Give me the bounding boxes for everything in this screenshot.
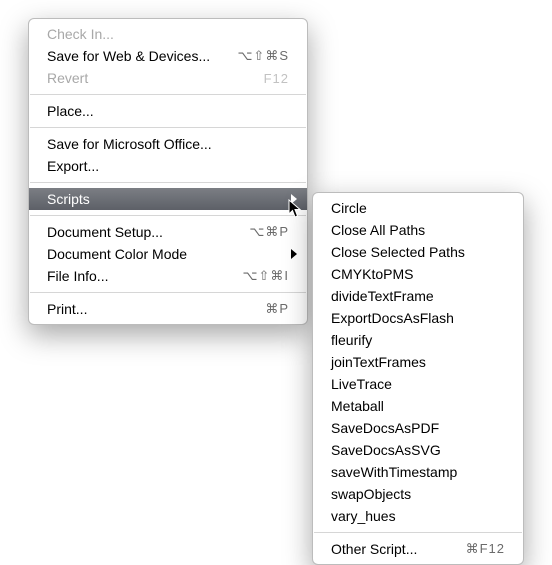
script-item-swap-objects[interactable]: swapObjects — [313, 483, 523, 505]
submenu-arrow-icon — [291, 249, 297, 259]
menu-shortcut: ⌘F12 — [466, 541, 505, 557]
menu-label: divideTextFrame — [331, 288, 434, 304]
menu-separator — [314, 532, 522, 533]
script-item-other-script[interactable]: Other Script... ⌘F12 — [313, 538, 523, 560]
menu-label: fleurify — [331, 332, 372, 348]
menu-label: Circle — [331, 200, 367, 216]
menu-shortcut: ⌥⌘P — [249, 224, 289, 240]
menu-item-revert: Revert F12 — [29, 67, 307, 89]
menu-label: saveWithTimestamp — [331, 464, 457, 480]
menu-label: Place... — [47, 103, 94, 119]
menu-shortcut: F12 — [264, 71, 289, 86]
menu-label: ExportDocsAsFlash — [331, 310, 454, 326]
menu-label: File Info... — [47, 268, 108, 284]
menu-label: Other Script... — [331, 541, 417, 557]
menu-label: Document Setup... — [47, 224, 163, 240]
script-item-close-all-paths[interactable]: Close All Paths — [313, 219, 523, 241]
script-item-live-trace[interactable]: LiveTrace — [313, 373, 523, 395]
menu-separator — [30, 215, 306, 216]
script-item-metaball[interactable]: Metaball — [313, 395, 523, 417]
menu-item-document-setup[interactable]: Document Setup... ⌥⌘P — [29, 221, 307, 243]
menu-item-scripts[interactable]: Scripts — [29, 188, 307, 210]
menu-separator — [30, 127, 306, 128]
menu-label: Metaball — [331, 398, 384, 414]
menu-label: vary_hues — [331, 508, 396, 524]
script-item-fleurify[interactable]: fleurify — [313, 329, 523, 351]
menu-item-file-info[interactable]: File Info... ⌥⇧⌘I — [29, 265, 307, 287]
scripts-submenu: Circle Close All Paths Close Selected Pa… — [312, 192, 524, 565]
menu-shortcut: ⌥⇧⌘S — [237, 48, 289, 64]
menu-item-document-color-mode[interactable]: Document Color Mode — [29, 243, 307, 265]
menu-separator — [30, 94, 306, 95]
script-item-export-docs-as-flash[interactable]: ExportDocsAsFlash — [313, 307, 523, 329]
menu-label: Scripts — [47, 191, 90, 207]
menu-label: Print... — [47, 301, 87, 317]
menu-item-check-in: Check In... — [29, 23, 307, 45]
script-item-circle[interactable]: Circle — [313, 197, 523, 219]
script-item-cmyk-to-pms[interactable]: CMYKtoPMS — [313, 263, 523, 285]
menu-label: CMYKtoPMS — [331, 266, 413, 282]
menu-label: SaveDocsAsSVG — [331, 442, 441, 458]
menu-label: Export... — [47, 158, 99, 174]
menu-label: Check In... — [47, 26, 114, 42]
script-item-divide-text-frame[interactable]: divideTextFrame — [313, 285, 523, 307]
submenu-arrow-icon — [291, 194, 297, 204]
menu-shortcut: ⌥⇧⌘I — [243, 268, 290, 284]
script-item-save-docs-as-svg[interactable]: SaveDocsAsSVG — [313, 439, 523, 461]
menu-item-save-for-web[interactable]: Save for Web & Devices... ⌥⇧⌘S — [29, 45, 307, 67]
menu-separator — [30, 292, 306, 293]
menu-item-save-for-ms-office[interactable]: Save for Microsoft Office... — [29, 133, 307, 155]
script-item-join-text-frames[interactable]: joinTextFrames — [313, 351, 523, 373]
menu-separator — [30, 182, 306, 183]
menu-label: Save for Web & Devices... — [47, 48, 210, 64]
script-item-vary-hues[interactable]: vary_hues — [313, 505, 523, 527]
menu-label: SaveDocsAsPDF — [331, 420, 439, 436]
menu-label: swapObjects — [331, 486, 411, 502]
script-item-save-docs-as-pdf[interactable]: SaveDocsAsPDF — [313, 417, 523, 439]
menu-label: Save for Microsoft Office... — [47, 136, 212, 152]
script-item-close-selected-paths[interactable]: Close Selected Paths — [313, 241, 523, 263]
menu-label: joinTextFrames — [331, 354, 426, 370]
menu-item-export[interactable]: Export... — [29, 155, 307, 177]
menu-label: LiveTrace — [331, 376, 392, 392]
file-menu: Check In... Save for Web & Devices... ⌥⇧… — [28, 18, 308, 325]
menu-item-print[interactable]: Print... ⌘P — [29, 298, 307, 320]
menu-label: Document Color Mode — [47, 246, 187, 262]
menu-label: Revert — [47, 70, 88, 86]
menu-label: Close All Paths — [331, 222, 425, 238]
menu-label: Close Selected Paths — [331, 244, 465, 260]
menu-item-place[interactable]: Place... — [29, 100, 307, 122]
script-item-save-with-timestamp[interactable]: saveWithTimestamp — [313, 461, 523, 483]
menu-shortcut: ⌘P — [265, 301, 289, 317]
